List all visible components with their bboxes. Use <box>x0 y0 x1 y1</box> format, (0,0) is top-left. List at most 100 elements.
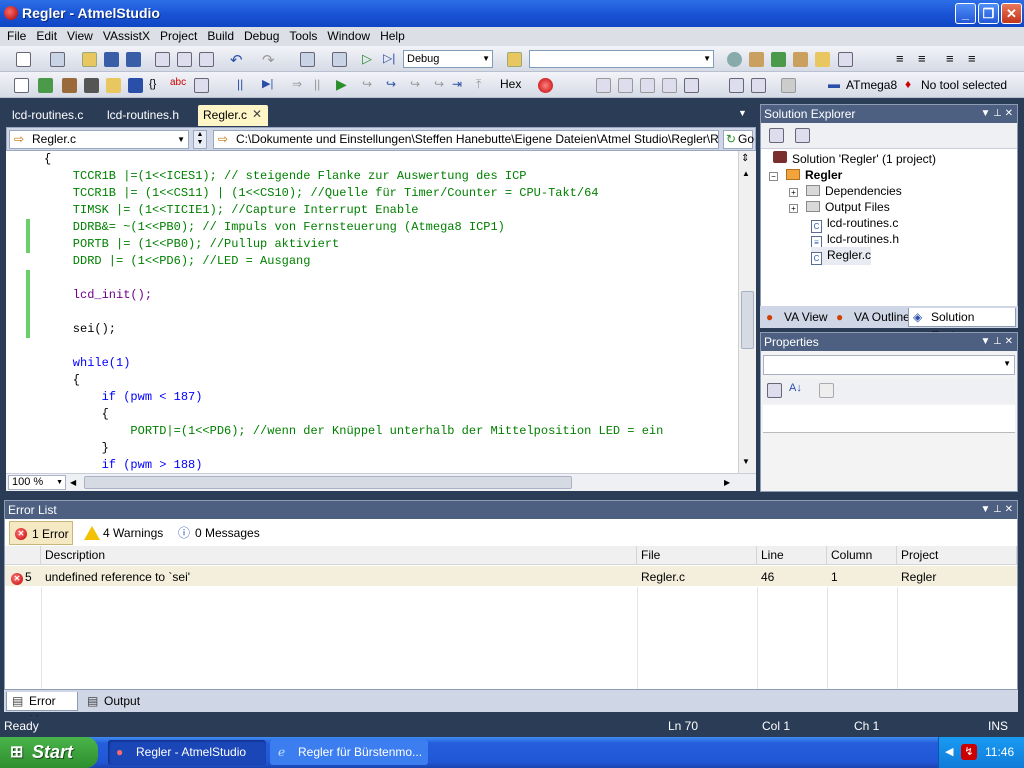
tab-lcd-routines-h[interactable]: lcd-routines.h <box>97 105 189 126</box>
navigate-backward-icon[interactable] <box>300 52 315 67</box>
solution-explorer-icon[interactable] <box>727 52 742 67</box>
column-header-icon[interactable] <box>5 546 41 565</box>
menu-view[interactable]: View <box>62 27 98 46</box>
toolbox-icon[interactable] <box>793 52 808 67</box>
menu-edit[interactable]: Edit <box>31 27 62 46</box>
scroll-up-icon[interactable]: ▲ <box>742 169 750 178</box>
memory-icon[interactable] <box>618 78 633 93</box>
split-icon[interactable]: ⇕ <box>741 153 749 164</box>
panel-pin-close-icon[interactable]: ▼ ⊥ ✕ <box>980 333 1013 351</box>
paste-icon[interactable] <box>199 52 214 67</box>
tool-label[interactable]: No tool selected <box>921 78 1007 92</box>
save-all-icon[interactable] <box>126 52 141 67</box>
checklist-icon[interactable] <box>38 78 53 93</box>
tree-solution[interactable]: Solution 'Regler' (1 project) <box>773 151 936 167</box>
row-file[interactable]: Regler.c <box>637 567 685 587</box>
column-header-description[interactable]: Description <box>41 546 637 565</box>
vertical-scrollbar[interactable]: ⇕ ▲ ▼ <box>738 151 756 473</box>
outdent-icon[interactable]: ≡ <box>918 51 926 66</box>
scroll-down-icon[interactable]: ▼ <box>742 457 750 466</box>
tab-error-list[interactable]: ▤Error List <box>6 692 78 727</box>
code-area[interactable]: { TCCR1B |=(1<<ICES1); // steigende Flan… <box>6 151 738 473</box>
maximize-button[interactable]: ❐ <box>978 3 999 24</box>
tree-item-regler-c[interactable]: C Regler.c <box>811 247 872 265</box>
taskbar-item-atmelstudio[interactable]: ● Regler - AtmelStudio <box>108 740 266 765</box>
messages-filter-button[interactable]: ⓘ 0 Messages <box>173 521 260 545</box>
object-select[interactable]: ▼ <box>763 355 1015 375</box>
panel-pin-close-icon[interactable]: ▼ ⊥ ✕ <box>980 501 1013 519</box>
column-header-project[interactable]: Project <box>897 546 1017 565</box>
hex-toggle[interactable]: Hex <box>500 77 521 91</box>
errors-filter-button[interactable]: ✕ 1 Error <box>9 521 73 545</box>
find-combo[interactable]: ▼ <box>529 50 714 68</box>
step-icon[interactable]: ▶| <box>262 77 273 90</box>
tab-output[interactable]: ▤ Output <box>82 692 140 711</box>
find-in-files-icon[interactable] <box>507 52 522 67</box>
open-folder-icon[interactable] <box>82 52 97 67</box>
menu-debug[interactable]: Debug <box>239 27 284 46</box>
navigate-forward-icon[interactable] <box>332 52 347 67</box>
breakpoints-icon[interactable] <box>538 78 553 93</box>
start-button[interactable]: ⊞ Start <box>0 737 98 768</box>
clean-icon[interactable] <box>106 78 121 93</box>
watch-icon[interactable] <box>596 78 611 93</box>
minimize-button[interactable]: _ <box>955 3 976 24</box>
tab-close-x-icon[interactable]: ✕ <box>252 107 262 121</box>
rebuild-icon[interactable] <box>84 78 99 93</box>
menu-build[interactable]: Build <box>202 27 239 46</box>
properties-window-icon[interactable] <box>749 52 764 67</box>
scroll-thumb[interactable] <box>741 291 754 349</box>
new-project-icon[interactable] <box>16 52 31 67</box>
reset-icon[interactable]: ⤒ <box>476 77 481 92</box>
go-button[interactable]: ↻ Go <box>723 130 754 149</box>
tab-list-chevron-down-icon[interactable]: ▼ <box>738 108 747 118</box>
code-editor[interactable]: { TCCR1B |=(1<<ICES1); // steigende Flan… <box>6 151 756 473</box>
build-icon[interactable] <box>14 78 29 93</box>
categorized-icon[interactable] <box>767 383 782 398</box>
path-select[interactable]: ⇨ C:\Dokumente und Einstellungen\Steffen … <box>213 130 719 149</box>
row-description[interactable]: undefined reference to `sei' <box>41 567 190 587</box>
column-header-line[interactable]: Line <box>757 546 827 565</box>
spell-check-icon[interactable]: abc <box>170 77 186 88</box>
warnings-filter-button[interactable]: 4 Warnings <box>81 521 163 545</box>
add-item-icon[interactable] <box>50 52 65 67</box>
va-options-icon[interactable] <box>194 78 209 93</box>
tab-lcd-routines-c[interactable]: lcd-routines.c <box>2 105 93 126</box>
menu-help[interactable]: Help <box>375 27 410 46</box>
tree-project[interactable]: − Regler <box>769 167 842 183</box>
properties-icon[interactable] <box>769 128 784 143</box>
tray-chevron-icon[interactable]: ◀ <box>945 737 953 768</box>
menu-file[interactable]: File <box>2 27 31 46</box>
processor-view-icon[interactable] <box>729 78 744 93</box>
panel-pin-close-icon[interactable]: ▼ ⊥ ✕ <box>980 105 1013 123</box>
object-browser-icon[interactable] <box>771 52 786 67</box>
show-all-files-icon[interactable] <box>795 128 810 143</box>
registers-icon[interactable] <box>640 78 655 93</box>
scroll-left-icon[interactable]: ◀ <box>70 478 76 487</box>
device-programming-icon[interactable] <box>751 78 766 93</box>
run-to-cursor-icon[interactable]: ↪ <box>434 77 444 91</box>
run-icon[interactable]: ▶ <box>336 76 347 93</box>
device-label[interactable]: ATmega8 <box>846 78 897 92</box>
step-over-icon[interactable]: ↪ <box>386 77 396 91</box>
file-select[interactable]: ⇨ Regler.c ▼ <box>9 130 189 149</box>
split-spinner[interactable]: ▲ ▼ <box>193 130 207 149</box>
step-out-icon[interactable]: ↪ <box>410 77 420 91</box>
app-icon[interactable] <box>4 6 18 20</box>
start-debugging-icon[interactable]: ▷ <box>362 51 372 67</box>
tree-item-output-files[interactable]: + Output Files <box>789 199 890 215</box>
disassembly-icon[interactable] <box>662 78 677 93</box>
taskbar-item-browser[interactable]: ℯ Regler für Bürstenmo... <box>270 740 428 765</box>
comment-icon[interactable]: ≡ <box>946 51 954 66</box>
expand-icon[interactable]: + <box>789 188 798 197</box>
column-header-column[interactable]: Column <box>827 546 897 565</box>
tab-solution-explorer[interactable]: ◈Solution Explo... <box>908 308 1016 343</box>
command-window-icon[interactable] <box>838 52 853 67</box>
expand-icon[interactable]: + <box>789 204 798 213</box>
target-icon[interactable] <box>128 78 143 93</box>
scroll-right-icon[interactable]: ▶ <box>724 478 730 487</box>
tool-options-icon[interactable] <box>781 78 796 93</box>
redo-icon[interactable]: ↷ <box>262 51 275 69</box>
build-solution-icon[interactable] <box>62 78 77 93</box>
property-pages-icon[interactable] <box>819 383 834 398</box>
